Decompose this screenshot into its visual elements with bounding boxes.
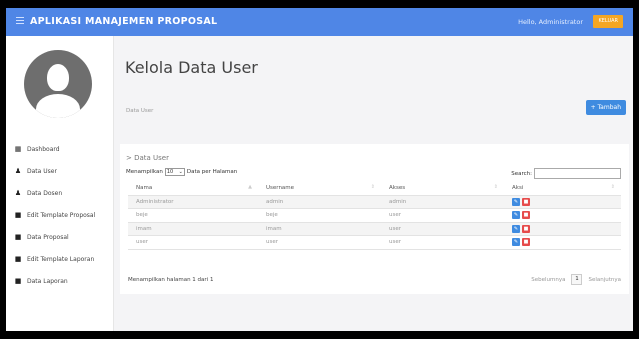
table-row: Administrator admin admin ✎ ■ — [128, 195, 621, 209]
sidebar-item-data-laporan[interactable]: ■ Data Laporan — [6, 270, 114, 292]
sidebar-item-label: Edit Template Laporan — [27, 255, 95, 263]
file-icon: ■ — [14, 210, 22, 219]
breadcrumb: Data User — [126, 108, 154, 114]
file-icon: ■ — [14, 254, 22, 263]
cell-username: admin — [258, 195, 381, 209]
length-prefix: Menampilkan — [126, 169, 163, 175]
greeting: Hello, Administrator — [518, 18, 583, 26]
pagination-current-page[interactable]: 1 — [571, 274, 583, 285]
table-row: beje beje user ✎ ■ — [128, 208, 621, 223]
main-content: Kelola Data User Data User + Tambah > Da… — [115, 36, 633, 331]
cell-akses: user — [381, 222, 504, 236]
pagination-next[interactable]: Selanjutnya — [588, 277, 621, 283]
cell-nama: imam — [128, 222, 258, 236]
sidebar-item-label: Dashboard — [27, 145, 60, 153]
edit-icon[interactable]: ✎ — [512, 224, 520, 233]
user-table: Nama ▲ Username ⇕ Akses ⇕ Aksi ⇕ Administrat… — [128, 181, 621, 250]
sidebar-item-data-dosen[interactable]: ♟ Data Dosen — [6, 182, 114, 204]
chevron-down-icon: ⌄ — [178, 169, 183, 175]
dashboard-icon: ▦ — [14, 144, 22, 153]
cell-username: imam — [258, 222, 381, 236]
search-input[interactable] — [534, 168, 621, 179]
cell-akses: user — [381, 208, 504, 223]
page-length-select[interactable]: 10 ⌄ — [164, 168, 185, 176]
sidebar-item-edit-template-laporan[interactable]: ■ Edit Template Laporan — [6, 248, 114, 270]
cell-username: user — [258, 235, 381, 250]
page-length-control: Menampilkan 10 ⌄ Data per Halaman — [126, 168, 237, 176]
top-bar: APLIKASI MANAJEMEN PROPOSAL Hello, Admin… — [6, 8, 633, 36]
panel-title: > Data User — [126, 154, 169, 162]
cell-akses: user — [381, 235, 504, 250]
delete-icon[interactable]: ■ — [522, 224, 530, 233]
table-header-row: Nama ▲ Username ⇕ Akses ⇕ Aksi ⇕ — [128, 181, 621, 196]
column-header-username[interactable]: Username ⇕ — [258, 181, 381, 196]
cell-aksi: ✎ ■ — [504, 222, 621, 236]
page-length-value: 10 — [166, 169, 174, 175]
sidebar-item-dashboard[interactable]: ▦ Dashboard — [6, 138, 114, 160]
sidebar-item-edit-template-proposal[interactable]: ■ Edit Template Proposal — [6, 204, 114, 226]
delete-icon[interactable]: ■ — [522, 197, 530, 206]
sidebar-nav: ▦ Dashboard ♟ Data User ♟ Data Dosen ■ E… — [6, 138, 114, 292]
sidebar-item-label: Data Proposal — [27, 233, 69, 241]
sort-icon: ⇕ — [370, 184, 375, 190]
table-info: Menampilkan halaman 1 dari 1 — [128, 277, 214, 283]
sort-icon: ▲ — [248, 184, 252, 190]
edit-icon[interactable]: ✎ — [512, 211, 520, 220]
delete-icon[interactable]: ■ — [522, 211, 530, 220]
edit-icon[interactable]: ✎ — [512, 238, 520, 247]
logout-button[interactable]: KELUAR — [593, 15, 623, 28]
sidebar-item-label: Edit Template Proposal — [27, 211, 96, 219]
search-control: Search: — [511, 168, 621, 179]
add-user-button[interactable]: + Tambah — [585, 100, 626, 115]
sort-icon: ⇕ — [610, 184, 615, 190]
edit-icon[interactable]: ✎ — [512, 197, 520, 206]
sidebar-item-label: Data Dosen — [27, 189, 63, 197]
data-panel: > Data User Menampilkan 10 ⌄ Data per Hal… — [120, 144, 629, 294]
cell-nama: user — [128, 235, 258, 250]
menu-icon[interactable] — [16, 17, 24, 25]
length-suffix: Data per Halaman — [186, 169, 238, 175]
app-window: APLIKASI MANAJEMEN PROPOSAL Hello, Admin… — [6, 8, 633, 331]
search-label: Search: — [511, 170, 532, 177]
column-header-nama[interactable]: Nama ▲ — [128, 181, 258, 196]
sort-icon: ⇕ — [493, 184, 498, 190]
user-icon: ♟ — [14, 188, 22, 197]
page-title: Kelola Data User — [125, 58, 258, 77]
table-row: user user user ✎ ■ — [128, 235, 621, 250]
delete-icon[interactable]: ■ — [522, 238, 530, 247]
sidebar-item-label: Data Laporan — [27, 277, 68, 285]
pagination-prev[interactable]: Sebelumnya — [531, 277, 565, 283]
sidebar-item-label: Data User — [27, 167, 57, 175]
app-title: APLIKASI MANAJEMEN PROPOSAL — [30, 16, 218, 27]
avatar — [24, 50, 92, 118]
cell-akses: admin — [381, 195, 504, 209]
sidebar-item-data-proposal[interactable]: ■ Data Proposal — [6, 226, 114, 248]
column-header-aksi[interactable]: Aksi ⇕ — [504, 181, 621, 196]
sidebar: ▦ Dashboard ♟ Data User ♟ Data Dosen ■ E… — [6, 36, 114, 331]
file-icon: ■ — [14, 232, 22, 241]
file-icon: ■ — [14, 276, 22, 285]
cell-username: beje — [258, 208, 381, 223]
column-header-akses[interactable]: Akses ⇕ — [381, 181, 504, 196]
user-icon: ♟ — [14, 166, 22, 175]
cell-aksi: ✎ ■ — [504, 208, 621, 223]
cell-aksi: ✎ ■ — [504, 195, 621, 209]
cell-nama: beje — [128, 208, 258, 223]
table-row: imam imam user ✎ ■ — [128, 222, 621, 236]
pagination: Sebelumnya 1 Selanjutnya — [531, 274, 621, 285]
cell-nama: Administrator — [128, 195, 258, 209]
sidebar-item-data-user[interactable]: ♟ Data User — [6, 160, 114, 182]
cell-aksi: ✎ ■ — [504, 235, 621, 250]
